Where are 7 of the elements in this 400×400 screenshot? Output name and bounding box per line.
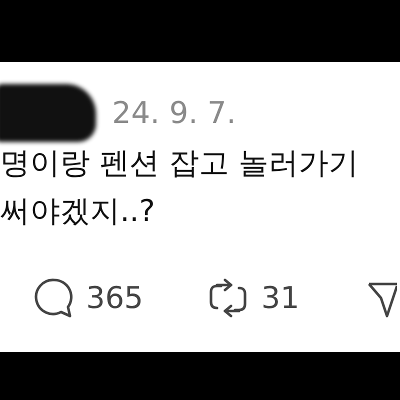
post-text-line: 명이랑 펜션 잡고 놀러가기: [0, 145, 360, 183]
reply-button[interactable]: 365: [34, 277, 144, 319]
post-date: 24. 9. 7.: [112, 96, 236, 130]
repost-icon: [207, 276, 250, 320]
repost-button[interactable]: 31: [207, 276, 300, 320]
post-text-line: 써야겠지..?: [0, 193, 156, 231]
speech-bubble-icon: [34, 277, 74, 319]
